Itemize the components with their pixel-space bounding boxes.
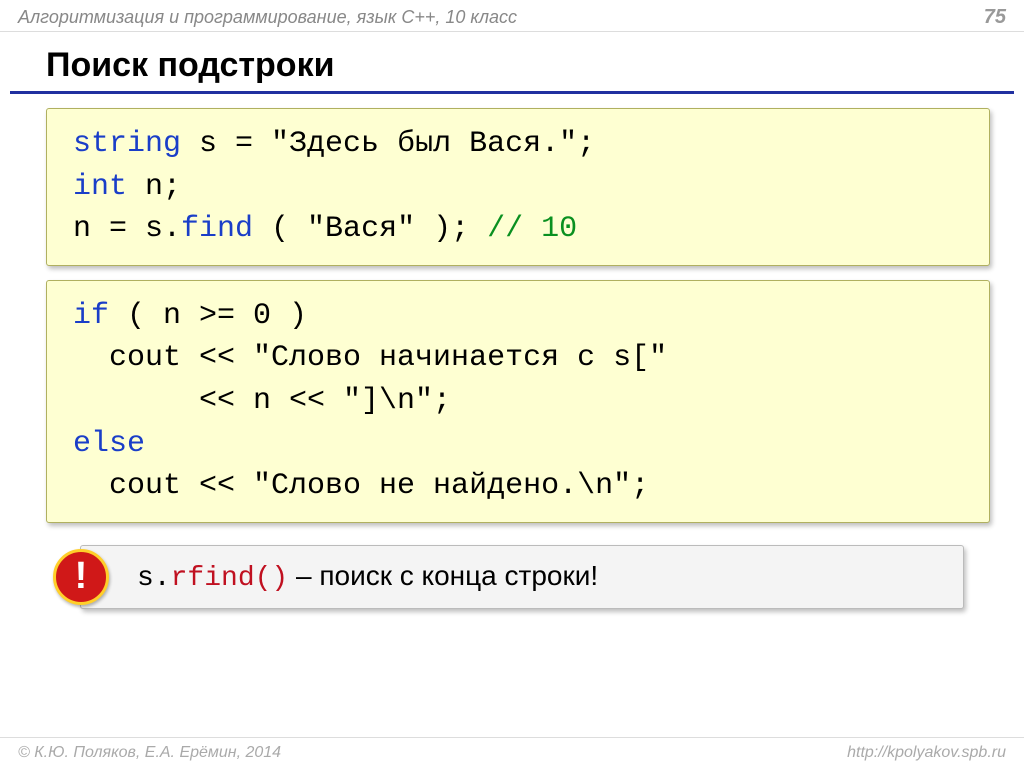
code-block-1: string s = "Здесь был Вася."; int n; n =… [46,108,990,266]
code-line: string s = "Здесь был Вася."; [73,123,969,166]
topbar: Алгоритмизация и программирование, язык … [0,0,1024,32]
exclamation-badge: ! [53,549,109,605]
function-name: find [181,212,253,246]
copyright: © К.Ю. Поляков, Е.А. Ерёмин, 2014 [18,744,281,762]
code-line: if ( n >= 0 ) [73,295,969,338]
keyword: string [73,127,181,161]
code-text: s = "Здесь был Вася."; [181,127,595,161]
footer-url: http://kpolyakov.spb.ru [847,744,1006,762]
note-prefix: s. [137,563,171,594]
footer: © К.Ю. Поляков, Е.А. Ерёмин, 2014 http:/… [0,737,1024,768]
code-line: else [73,423,969,466]
code-line: n = s.find ( "Вася" ); // 10 [73,208,969,251]
code-text: ( n >= 0 ) [109,299,307,333]
function-name: rfind() [171,563,289,594]
keyword: int [73,170,127,204]
page-number: 75 [984,6,1006,29]
code-comment: // 10 [487,212,577,246]
code-text: n = s. [73,212,181,246]
keyword: else [73,427,145,461]
page-title: Поиск подстроки [10,32,1014,94]
note-callout: ! s.rfind() – поиск с конца строки! [80,545,964,609]
code-text: ( "Вася" ); [253,212,487,246]
code-line: int n; [73,166,969,209]
code-line: << n << "]\n"; [73,380,969,423]
code-line: cout << "Слово не найдено.\n"; [73,465,969,508]
note-text: – поиск с конца строки! [288,560,598,591]
course-label: Алгоритмизация и программирование, язык … [18,7,517,28]
code-line: cout << "Слово начинается с s[" [73,337,969,380]
code-block-2: if ( n >= 0 ) cout << "Слово начинается … [46,280,990,523]
code-text: n; [127,170,181,204]
keyword: if [73,299,109,333]
